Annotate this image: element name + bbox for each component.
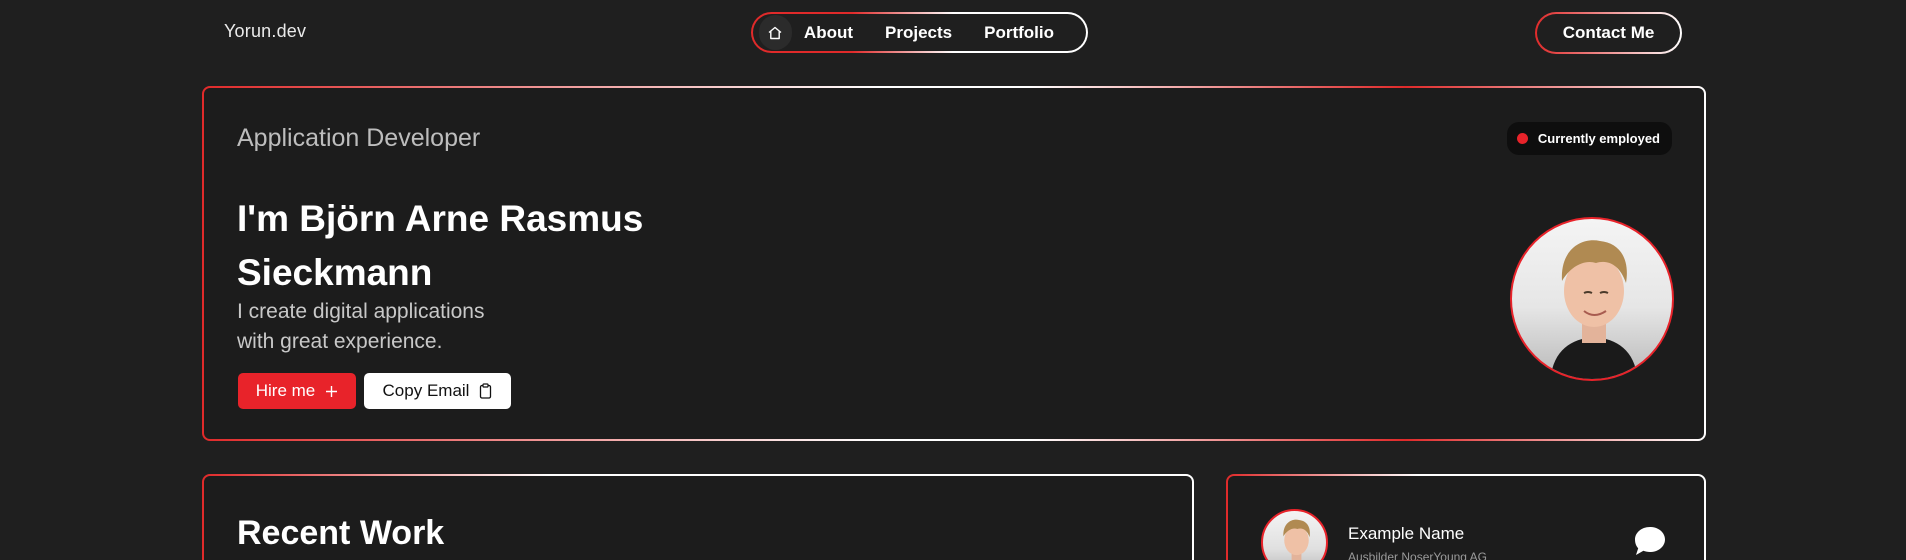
- recent-work-card: Recent Work: [202, 474, 1194, 560]
- status-label: Currently employed: [1537, 131, 1660, 146]
- hero-headline: I'm Björn Arne Rasmus Sieckmann: [237, 192, 757, 300]
- profile-avatar: [1510, 217, 1674, 381]
- testimonial-card: Example Name Ausbilder NoserYoung AG: [1226, 474, 1706, 560]
- portrait-photo: [1550, 240, 1638, 379]
- plus-icon: [326, 385, 338, 397]
- testimonial-avatar: [1261, 509, 1328, 560]
- copy-email-label: Copy Email: [382, 381, 470, 400]
- home-icon: [769, 26, 782, 39]
- nav-item-projects[interactable]: Projects: [885, 23, 952, 43]
- main-nav: About Projects Portfolio: [751, 12, 1088, 53]
- nav-item-portfolio[interactable]: Portfolio: [984, 23, 1054, 43]
- testimonial-name: Example Name: [1348, 524, 1465, 543]
- clipboard-icon: [480, 383, 492, 399]
- role-title: Application Developer: [237, 124, 481, 152]
- portrait-photo-small: [1283, 519, 1310, 560]
- hero-tagline: I create digital applications with great…: [237, 297, 537, 357]
- site-logo[interactable]: Yorun.dev: [224, 21, 306, 42]
- nav-item-about[interactable]: About: [804, 23, 853, 43]
- page: Yorun.dev About Projects Portfolio Conta…: [0, 0, 1906, 560]
- contact-me-button[interactable]: Contact Me: [1535, 12, 1682, 54]
- headline-line-2: Sieckmann: [237, 252, 433, 293]
- nav-home-button[interactable]: [759, 15, 792, 50]
- tagline-line-2: with great experience.: [237, 330, 443, 353]
- status-dot-icon: [1516, 133, 1528, 144]
- testimonial-role: Ausbilder NoserYoung AG: [1348, 550, 1487, 560]
- headline-line-1: I'm Björn Arne Rasmus: [237, 198, 644, 239]
- copy-email-button[interactable]: Copy Email: [364, 373, 511, 409]
- hero-card: Application Developer Currently employed…: [202, 86, 1706, 441]
- recent-work-title: Recent Work: [237, 514, 445, 552]
- hire-me-label: Hire me: [255, 381, 316, 400]
- tagline-line-1: I create digital applications: [237, 300, 485, 323]
- hire-me-button[interactable]: Hire me: [238, 373, 356, 409]
- status-badge: Currently employed: [1506, 122, 1672, 155]
- chat-bubble-icon[interactable]: [1633, 525, 1667, 557]
